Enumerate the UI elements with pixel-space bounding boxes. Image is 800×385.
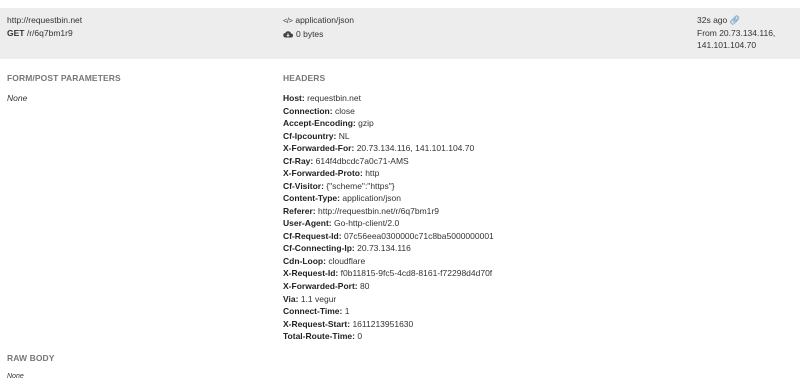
from-line-2: 141.101.104.70 <box>697 40 757 51</box>
header-key: Host: <box>283 93 305 103</box>
header-value: 80 <box>360 280 370 291</box>
header-key: Via: <box>283 293 299 304</box>
header-key: Total-Route-Time: <box>283 331 355 342</box>
header-row: Total-Route-Time: 0 <box>283 330 494 343</box>
header-value: 1611213951630 <box>352 318 414 329</box>
time-ago: 32s ago <box>697 15 728 25</box>
header-key: X-Request-Id: <box>283 268 339 279</box>
header-value: http <box>365 168 380 179</box>
request-method: GET <box>7 27 25 38</box>
raw-body-value: None <box>7 373 24 380</box>
header-row: Accept-Encoding: gzip <box>283 117 494 130</box>
header-key: Referer: <box>283 205 316 216</box>
raw-body-title: RAW BODY <box>7 353 55 363</box>
header-value: 07c56eea0300000c71c8ba5000000001 <box>343 230 494 241</box>
header-value: gzip <box>358 118 374 129</box>
header-value: application/json <box>342 193 401 204</box>
header-key: X-Forwarded-For: <box>283 143 355 154</box>
header-key: User-Agent: <box>283 218 332 229</box>
from-line-1: From 20.73.134.116, <box>697 27 776 38</box>
header-key: Cf-Ipcountry: <box>283 130 337 141</box>
header-value: 1 <box>344 306 350 317</box>
request-origin-column: 32s ago 🔗︎ From 20.73.134.116, 141.101.10… <box>697 14 775 52</box>
headers-list: Host: requestbin.net Connection: close Acc… <box>283 92 494 343</box>
time-row: 32s ago 🔗︎ <box>697 14 775 27</box>
header-row: Content-Type: application/json <box>283 192 494 205</box>
header-row: X-Request-Id: f0b11815-9fc5-4cd8-8161-f7… <box>283 267 494 280</box>
header-row: Cf-Visitor: {"scheme":"https"} <box>283 180 494 193</box>
header-value: requestbin.net <box>307 93 361 103</box>
header-value: 614f4dbcdc7a0c71-AMS <box>315 155 409 166</box>
header-key: Cf-Ray: <box>283 155 314 166</box>
header-row: Referer: http://requestbin.net/r/6q7bm1r… <box>283 205 494 218</box>
header-key: X-Forwarded-Port: <box>283 280 358 291</box>
header-key: Cf-Request-Id: <box>283 230 342 241</box>
header-row: User-Agent: Go-http-client/2.0 <box>283 217 494 230</box>
headers-title: HEADERS <box>283 73 326 83</box>
header-value: {"scheme":"https"} <box>326 180 395 191</box>
form-params-title: FORM/POST PARAMETERS <box>7 73 121 83</box>
header-value: 20.73.134.116, 141.101.104.70 <box>356 143 475 154</box>
code-icon: </> <box>283 16 293 25</box>
header-value: http://requestbin.net/r/6q7bm1r9 <box>317 205 439 216</box>
header-value: NL <box>338 130 350 141</box>
header-value: Go-http-client/2.0 <box>334 218 400 229</box>
request-line: GET /r/6q7bm1r9 <box>7 27 82 40</box>
header-value: 0 <box>357 331 363 342</box>
header-key: Cf-Visitor: <box>283 180 324 191</box>
header-key: Cdn-Loop: <box>283 255 326 266</box>
header-key: X-Forwarded-Proto: <box>283 168 363 179</box>
content-type-row: </> application/json <box>283 14 354 28</box>
header-value: f0b11815-9fc5-4cd8-8161-f72298d4d70f <box>340 268 493 279</box>
header-row: X-Forwarded-Port: 80 <box>283 280 494 293</box>
form-params-value: None <box>7 93 28 103</box>
header-value: 1.1 vegur <box>300 293 337 304</box>
size-value: 0 bytes <box>296 28 324 39</box>
content-type-value: application/json <box>295 15 354 25</box>
request-meta-column: </> application/json 0 bytes <box>283 14 354 40</box>
header-value: 20.73.134.116 <box>357 243 411 254</box>
header-row: X-Request-Start: 1611213951630 <box>283 318 494 331</box>
header-key: Connection: <box>283 105 333 116</box>
header-row: Cf-Ray: 614f4dbcdc7a0c71-AMS <box>283 155 494 168</box>
request-path: /r/6q7bm1r9 <box>26 27 73 38</box>
header-value: cloudflare <box>328 255 366 266</box>
header-row: Cf-Request-Id: 07c56eea0300000c71c8ba500… <box>283 230 494 243</box>
link-icon[interactable]: 🔗︎ <box>729 15 740 25</box>
header-key: Content-Type: <box>283 193 340 204</box>
header-row: Connect-Time: 1 <box>283 305 494 318</box>
header-key: X-Request-Start: <box>283 318 351 329</box>
header-row: Connection: close <box>283 105 494 118</box>
header-row: Host: requestbin.net <box>283 92 494 105</box>
request-url-column: http://requestbin.net GET /r/6q7bm1r9 <box>7 14 82 39</box>
header-row: Via: 1.1 vegur <box>283 293 494 306</box>
header-row: X-Forwarded-Proto: http <box>283 167 494 180</box>
header-row: Cf-Connecting-Ip: 20.73.134.116 <box>283 242 494 255</box>
request-summary-bar: http://requestbin.net GET /r/6q7bm1r9 </… <box>0 8 800 59</box>
header-key: Cf-Connecting-Ip: <box>283 243 355 254</box>
request-host: http://requestbin.net <box>7 15 83 25</box>
header-row: Cf-Ipcountry: NL <box>283 130 494 143</box>
header-key: Connect-Time: <box>283 306 343 317</box>
header-value: close <box>334 105 355 116</box>
header-row: Cdn-Loop: cloudflare <box>283 255 494 268</box>
header-key: Accept-Encoding: <box>283 118 356 129</box>
header-row: X-Forwarded-For: 20.73.134.116, 141.101.… <box>283 142 494 155</box>
cloud-icon <box>283 28 293 41</box>
size-row: 0 bytes <box>283 28 354 41</box>
